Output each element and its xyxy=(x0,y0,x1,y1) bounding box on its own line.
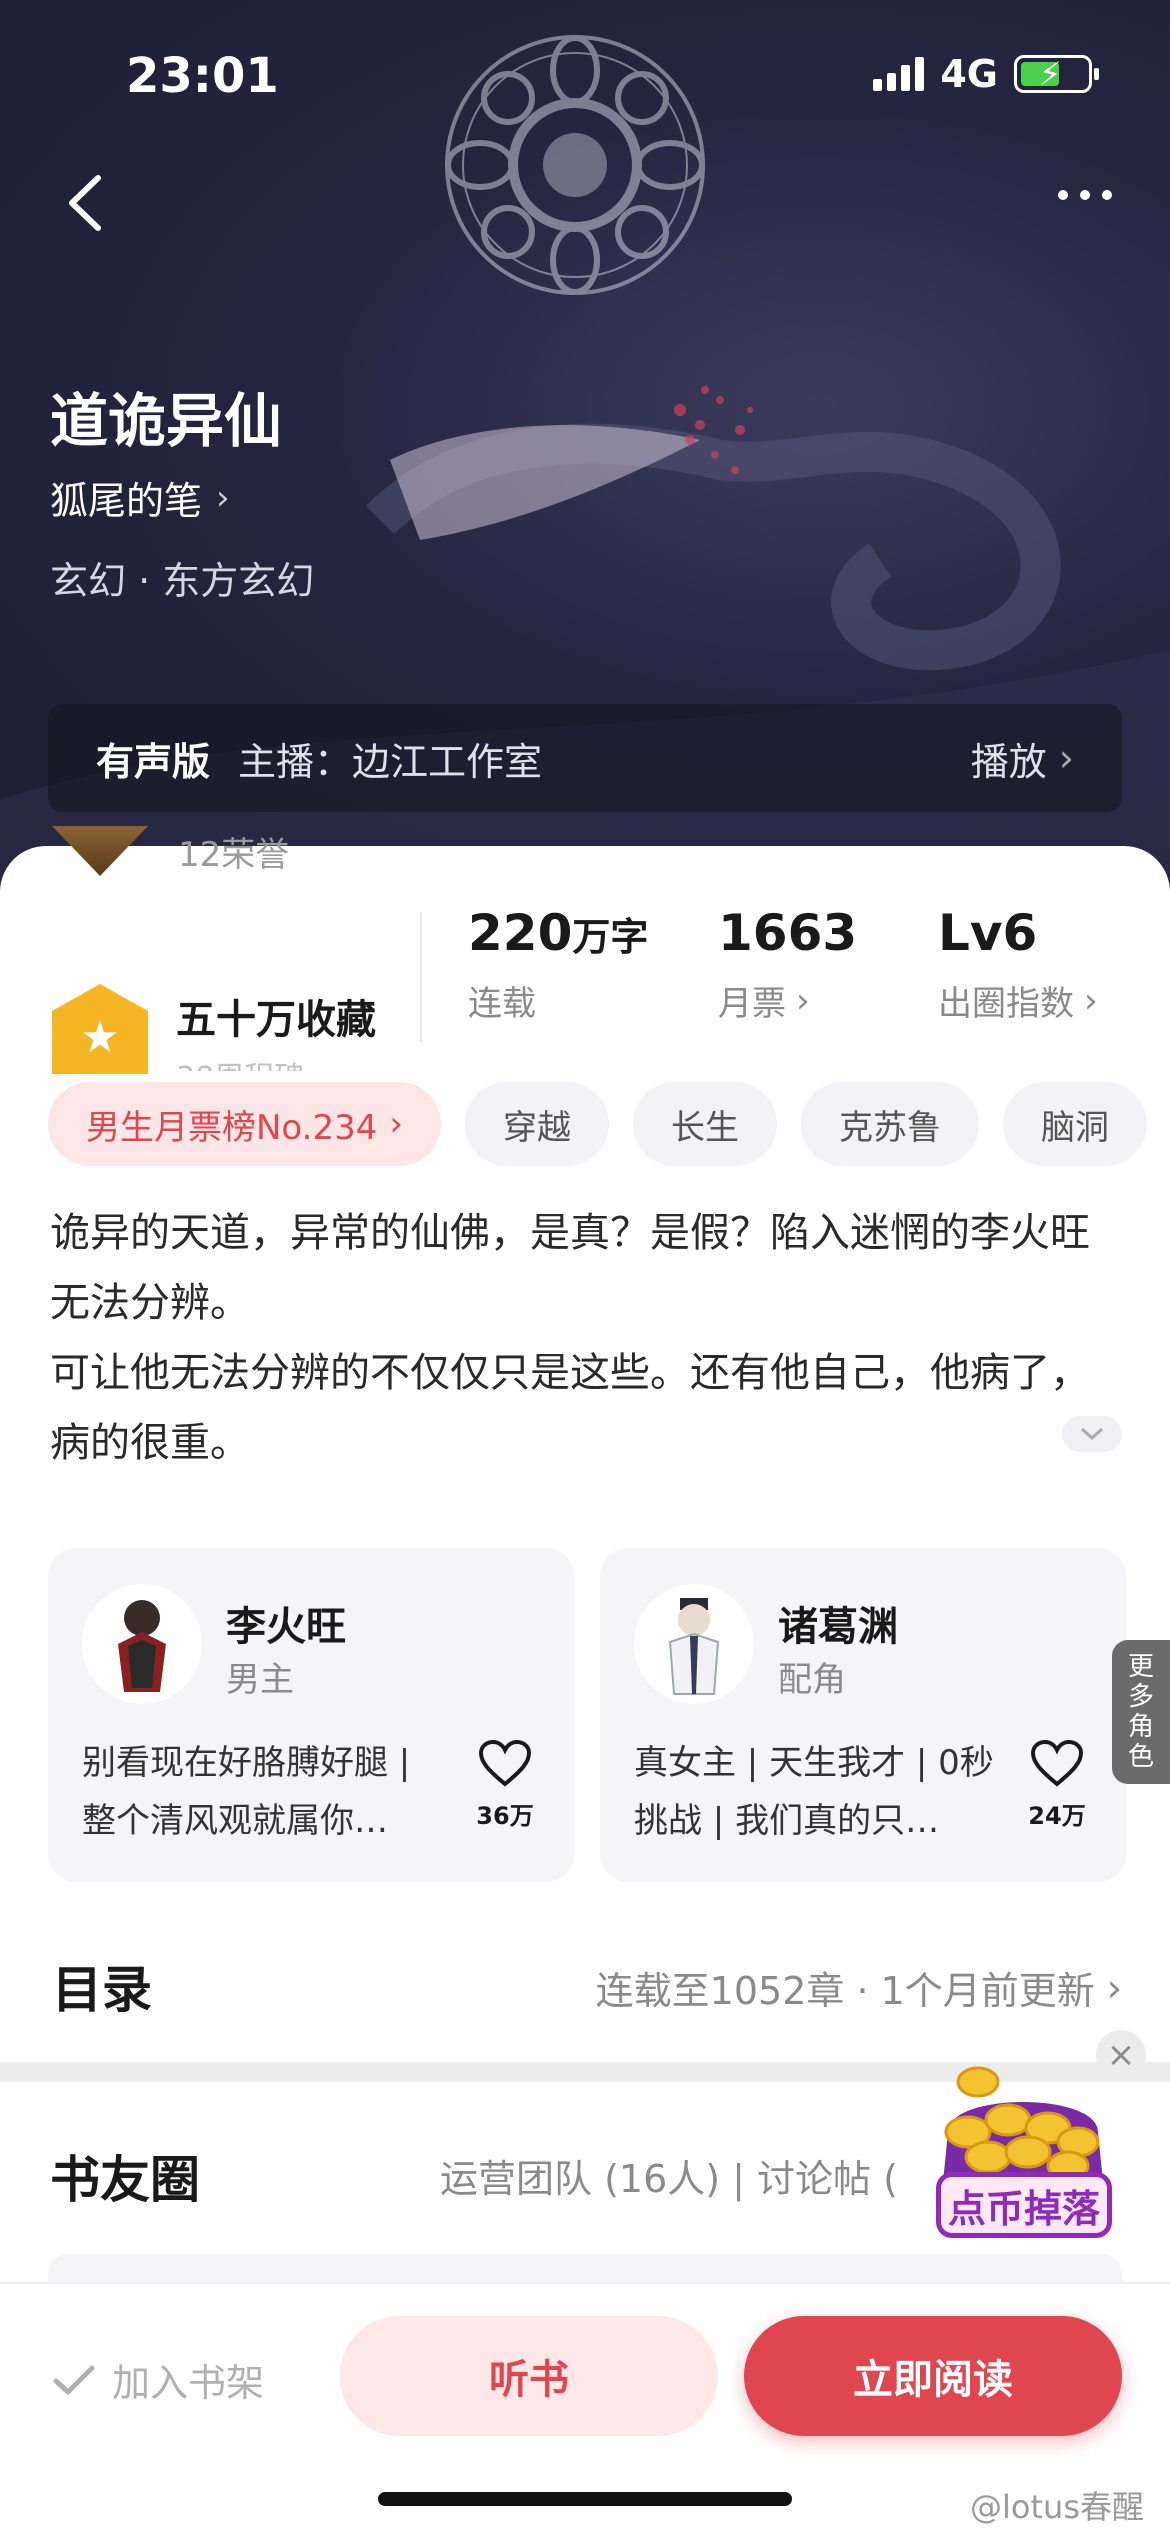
audio-label: 有声版 xyxy=(96,739,211,784)
watermark: @lotus春醒 xyxy=(970,2488,1144,2526)
add-to-shelf-button[interactable]: 加入书架 xyxy=(52,2352,264,2407)
book-circle-info[interactable]: 运营团队 (16人) | 讨论帖 ( xyxy=(440,2148,898,2203)
author-name: 狐尾的笔 xyxy=(50,479,203,523)
back-icon[interactable] xyxy=(62,172,108,234)
word-count-value: 220 xyxy=(468,904,573,962)
listen-button[interactable]: 听书 xyxy=(340,2316,718,2436)
home-indicator[interactable] xyxy=(378,2492,792,2506)
favorites-title: 五十万收藏 xyxy=(176,997,376,1043)
coin-promo-label[interactable]: 点币掉落 xyxy=(936,2172,1112,2238)
tag-rank-label: 男生月票榜No.234 xyxy=(86,1107,378,1148)
toc-info: 连载至1052章 · 1个月前更新 xyxy=(595,1969,1095,2013)
character-role: 配角 xyxy=(778,1660,846,1700)
character-card[interactable]: 李火旺 男主 别看现在好胳膊好腿 | 整个清风观就属你… 36万 xyxy=(48,1548,574,1882)
character-role: 男主 xyxy=(226,1660,294,1700)
character-avatar xyxy=(634,1584,754,1704)
character-desc: 别看现在好胳膊好腿 | 整个清风观就属你… xyxy=(82,1743,411,1841)
stat-word-count: 220万字 连载 xyxy=(468,904,648,1025)
character-name: 诸葛渊 xyxy=(778,1604,898,1650)
heart-icon xyxy=(478,1739,532,1787)
stat-monthly-tickets[interactable]: 1663 月票 › xyxy=(718,904,857,1025)
check-icon xyxy=(53,2365,95,2394)
toc-link[interactable]: 连载至1052章 · 1个月前更新 › xyxy=(596,1960,1122,2015)
honor-row[interactable]: 12荣誉 xyxy=(52,826,289,876)
word-count-label: 连载 xyxy=(468,984,536,1024)
stat-popularity-index[interactable]: Lv6 出圈指数 › xyxy=(938,904,1098,1025)
favorites-star-icon: ★ xyxy=(52,984,148,1074)
audio-host: 主播：边江工作室 xyxy=(238,739,543,784)
add-to-shelf-label: 加入书架 xyxy=(112,2361,265,2405)
character-like[interactable]: 36万 xyxy=(470,1739,540,1831)
description-line: 诡异的天道，异常的仙佛，是真？是假？陷入迷惘的李火旺无法分辨。 xyxy=(50,1210,1090,1326)
chevron-right-icon: › xyxy=(1058,736,1074,780)
character-card[interactable]: 诸葛渊 配角 真女主 | 天生我才 | 0秒挑战 | 我们真的只… 24万 xyxy=(600,1548,1126,1882)
popularity-label: 出圈指数 xyxy=(938,984,1074,1024)
audio-version-bar[interactable]: 有声版 主播：边江工作室 播放 › xyxy=(48,704,1122,812)
author-link[interactable]: 狐尾的笔 › xyxy=(50,470,230,525)
read-now-button[interactable]: 立即阅读 xyxy=(744,2316,1122,2436)
popularity-value: Lv6 xyxy=(938,904,1038,962)
heart-icon xyxy=(1030,1739,1084,1787)
honor-count: 12荣誉 xyxy=(178,834,290,875)
character-like[interactable]: 24万 xyxy=(1022,1739,1092,1831)
character-avatar xyxy=(82,1584,202,1704)
character-name: 李火旺 xyxy=(226,1604,346,1650)
hero-banner: 23:01 4G ⚡ 道诡异仙 狐尾的笔 › 玄幻 · 东方玄幻 有声版 主播：… xyxy=(0,0,1170,900)
character-desc: 真女主 | 天生我才 | 0秒挑战 | 我们真的只… xyxy=(634,1743,994,1841)
more-roles-char: 角 xyxy=(1127,1712,1154,1742)
monthly-tickets-value: 1663 xyxy=(718,904,858,962)
more-characters-button[interactable]: 更 多 角 色 xyxy=(1112,1640,1170,1784)
status-time: 23:01 xyxy=(126,48,279,104)
tag-item[interactable]: 长生 xyxy=(632,1082,777,1166)
book-circle-title: 书友圈 xyxy=(50,2151,200,2209)
chevron-right-icon: › xyxy=(1084,980,1098,1021)
chevron-right-icon: › xyxy=(216,477,230,518)
book-description: 诡异的天道，异常的仙佛，是真？是假？陷入迷惘的李火旺无法分辨。 可让他无法分辨的… xyxy=(50,1198,1110,1478)
more-roles-char: 更 xyxy=(1127,1652,1154,1682)
expand-description-button[interactable] xyxy=(1062,1416,1122,1452)
status-indicators: 4G ⚡ xyxy=(873,52,1099,96)
signal-icon xyxy=(873,57,925,91)
stats-divider xyxy=(420,912,422,1042)
more-roles-char: 多 xyxy=(1127,1682,1154,1712)
tag-item[interactable]: 克苏鲁 xyxy=(800,1082,979,1166)
tag-rank[interactable]: 男生月票榜No.234 › xyxy=(48,1082,441,1166)
battery-icon: ⚡ xyxy=(1014,55,1099,93)
chevron-right-icon: › xyxy=(1106,1965,1122,2010)
description-line: 可让他无法分辨的不仅仅只是这些。还有他自己，他病了，病的很重。 xyxy=(50,1350,1090,1466)
genre-label: 玄幻 · 东方玄幻 xyxy=(50,559,315,603)
like-count: 24万 xyxy=(1028,1802,1086,1830)
book-title: 道诡异仙 xyxy=(50,387,283,455)
tag-item[interactable]: 脑洞 xyxy=(1002,1082,1147,1166)
more-options-icon[interactable] xyxy=(1058,190,1112,200)
monthly-tickets-label: 月票 xyxy=(718,984,786,1024)
like-count: 36万 xyxy=(476,1802,534,1830)
chevron-down-icon xyxy=(1080,1427,1104,1441)
chevron-right-icon: › xyxy=(389,1104,403,1144)
toc-title: 目录 xyxy=(52,1961,152,2019)
audio-play-label: 播放 xyxy=(970,739,1047,784)
favorites-badge-row[interactable]: ★ 五十万收藏 38周程碑 xyxy=(52,984,376,1074)
tag-list: 男生月票榜No.234 › 穿越 长生 克苏鲁 脑洞 xyxy=(48,1082,1170,1166)
network-type: 4G xyxy=(940,52,998,96)
audio-play-button[interactable]: 播放 › xyxy=(971,731,1074,786)
more-roles-char: 色 xyxy=(1127,1742,1154,1772)
chevron-right-icon: › xyxy=(796,980,810,1021)
honor-badge-icon xyxy=(52,826,148,876)
favorites-sub: 38周程碑 xyxy=(176,1053,376,1071)
word-count-unit: 万字 xyxy=(572,915,649,959)
tag-item[interactable]: 穿越 xyxy=(464,1082,609,1166)
